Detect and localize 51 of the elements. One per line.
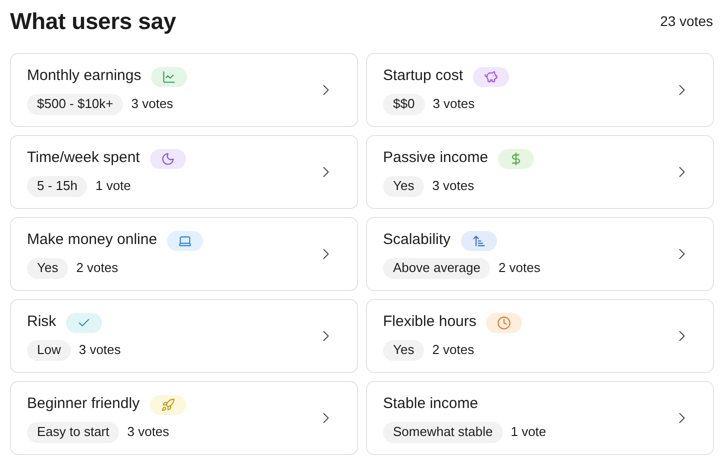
vote-count: 3 votes — [78, 341, 121, 360]
rating-card[interactable]: Passive income Yes 3 votes — [366, 135, 714, 209]
vote-count: 2 votes — [498, 259, 540, 278]
card-title: Make money online — [27, 230, 158, 250]
rating-card[interactable]: Monthly earnings $500 - $10k+ 3 votes — [10, 53, 358, 127]
total-votes: 23 votes — [660, 12, 713, 31]
moon-icon — [150, 148, 186, 168]
rating-card[interactable]: Risk Low 3 votes — [10, 299, 358, 373]
section-title: What users say — [10, 7, 176, 36]
rating-card[interactable]: Scalability Above average 2 votes — [366, 217, 714, 291]
vote-count: 3 votes — [432, 177, 474, 196]
card-title: Passive income — [383, 148, 488, 168]
answer-pill: Easy to start — [27, 422, 120, 442]
line-chart-icon — [151, 66, 188, 86]
rating-card[interactable]: Startup cost $$0 3 votes — [366, 53, 714, 127]
card-title: Stable income — [383, 394, 478, 414]
card-title: Beginner friendly — [27, 394, 140, 414]
rocket-icon — [150, 394, 186, 414]
card-title: Scalability — [383, 230, 451, 250]
vote-count: 1 vote — [95, 177, 131, 196]
sort-ascending-icon — [460, 230, 497, 250]
rating-card[interactable]: Time/week spent 5 - 15h 1 vote — [10, 135, 358, 209]
vote-count: 1 vote — [510, 423, 546, 442]
rating-card[interactable]: Beginner friendly Easy to start 3 votes — [10, 381, 358, 455]
card-title: Startup cost — [383, 66, 464, 86]
rating-card[interactable]: Flexible hours Yes 2 votes — [366, 299, 714, 373]
card-title: Risk — [27, 312, 56, 332]
piggy-bank-icon — [473, 66, 510, 86]
vote-count: 3 votes — [432, 95, 475, 114]
answer-pill: Yes — [383, 340, 424, 360]
card-title: Flexible hours — [383, 312, 476, 332]
rating-card[interactable]: Stable income Somewhat stable 1 vote — [366, 381, 714, 455]
check-icon — [66, 312, 102, 332]
dollar-icon — [498, 148, 534, 168]
answer-pill: Above average — [383, 258, 490, 278]
answer-pill: Somewhat stable — [383, 422, 503, 442]
vote-count: 2 votes — [76, 259, 118, 278]
vote-count: 3 votes — [127, 423, 170, 442]
vote-count: 2 votes — [432, 341, 474, 360]
answer-pill: Low — [27, 340, 71, 360]
rating-card[interactable]: Make money online Yes 2 votes — [10, 217, 358, 291]
card-title: Monthly earnings — [27, 66, 142, 86]
clock-icon — [486, 312, 522, 332]
answer-pill: Yes — [383, 176, 424, 196]
answer-pill: $$0 — [383, 94, 425, 114]
laptop-icon — [167, 230, 204, 250]
answer-pill: 5 - 15h — [27, 176, 88, 196]
answer-pill: Yes — [27, 258, 68, 278]
vote-count: 3 votes — [131, 95, 174, 114]
card-title: Time/week spent — [27, 148, 140, 168]
answer-pill: $500 - $10k+ — [27, 94, 124, 114]
